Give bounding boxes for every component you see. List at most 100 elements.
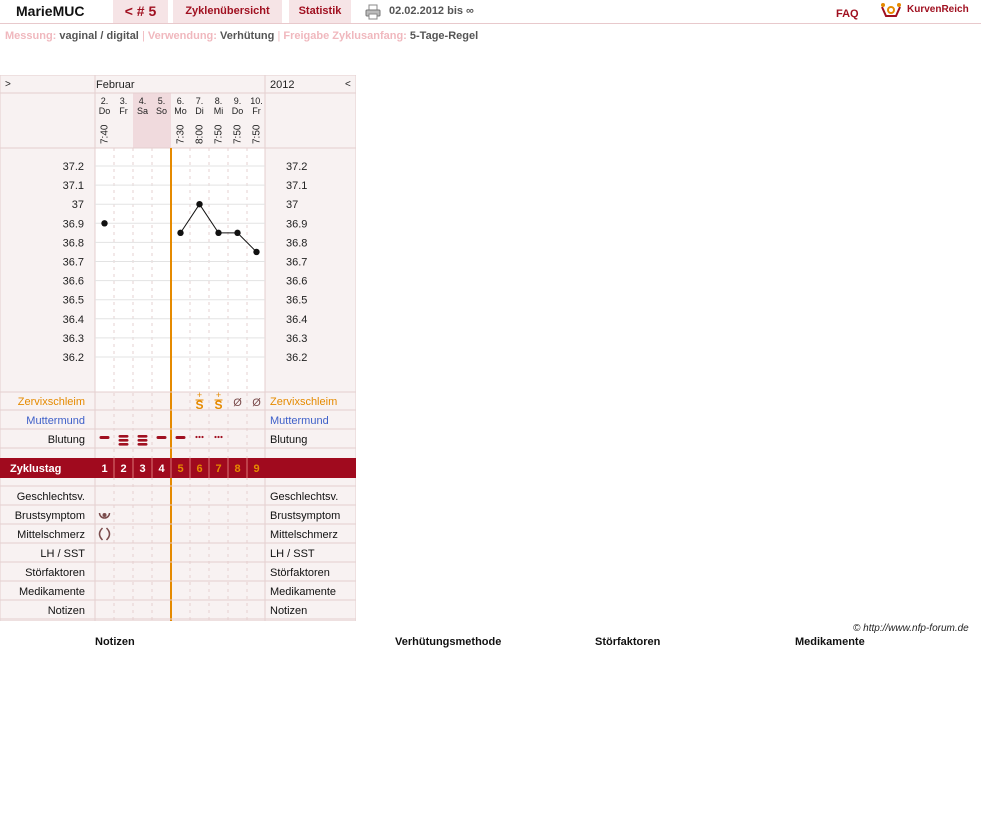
bleeding-mark: [118, 439, 129, 442]
y-tick-label-right: 37.1: [286, 180, 307, 192]
bleeding-mark: [137, 439, 148, 442]
cycle-day-number: 7: [215, 463, 221, 475]
cervix-plus: +: [216, 390, 221, 400]
temperature-point: [196, 201, 203, 208]
row-label-right-muttermund: Muttermund: [270, 415, 329, 427]
measure-value: vaginal / digital: [59, 30, 139, 42]
cycle-day-number: 3: [139, 463, 145, 475]
row-label-blutung: Blutung: [48, 434, 85, 446]
row-label-medi: Medikamente: [19, 586, 85, 598]
bottom-factors-heading: Störfaktoren: [595, 636, 661, 648]
copyright[interactable]: © http://www.nfp-forum.de: [853, 623, 969, 634]
row-label-geschlechtsv: Geschlechtsv.: [17, 491, 85, 503]
bleeding-mark: [217, 435, 220, 439]
usage-label: Verwendung:: [147, 30, 217, 42]
cycle-number-tab[interactable]: < # 5: [113, 0, 168, 23]
cycle-day-label: Zyklustag: [10, 463, 61, 475]
cervix-mark: Ø: [233, 397, 242, 409]
cycle-day-number: 4: [158, 463, 165, 475]
usage-value: Verhütung: [219, 30, 275, 42]
day-weekday: Di: [195, 106, 204, 116]
separator: |: [277, 30, 281, 42]
row-label-muttermund: Muttermund: [26, 415, 85, 427]
release-label: Freigabe Zyklusanfang:: [283, 30, 407, 42]
bottom-method-heading: Verhütungsmethode: [395, 636, 502, 648]
bleeding-mark: [99, 436, 110, 439]
row-label-right-notizen: Notizen: [270, 605, 307, 617]
date-range: 02.02.2012 bis ∞: [389, 5, 474, 17]
bleeding-mark: [118, 443, 129, 446]
bleeding-mark: [118, 435, 129, 438]
y-tick-label-right: 36.3: [286, 333, 307, 345]
day-date: 3.: [120, 96, 128, 106]
bleeding-mark: [175, 436, 186, 439]
logo-text[interactable]: KurvenReich: [907, 4, 969, 15]
row-label-notizen: Notizen: [48, 605, 85, 617]
row-label-right-stoer: Störfaktoren: [270, 567, 330, 579]
temperature-point: [253, 248, 260, 256]
tab-statistics[interactable]: Statistik: [289, 0, 351, 23]
cycle-day-number: 5: [177, 463, 183, 475]
bottom-meds-heading: Medikamente: [795, 636, 865, 648]
cycle-day-number: 8: [234, 463, 240, 475]
year-label: 2012: [270, 79, 294, 91]
day-date: 2.: [101, 96, 109, 106]
y-tick-label-right: 37.2: [286, 161, 307, 173]
y-tick-label-right: 36.8: [286, 237, 307, 249]
y-tick-label-left: 36.3: [63, 333, 84, 345]
kurvenreich-logo-icon[interactable]: [880, 2, 902, 20]
y-tick-label-right: 36.7: [286, 257, 307, 269]
top-navigation-bar: MarieMUC < # 5 Zyklenübersicht Statistik…: [0, 0, 981, 24]
row-label-right-brustsymptom: Brustsymptom: [270, 510, 340, 522]
bleeding-mark: [220, 435, 223, 439]
y-tick-label-right: 36.6: [286, 276, 307, 288]
printer-icon[interactable]: [365, 4, 381, 20]
day-weekday: Fr: [119, 106, 128, 116]
y-tick-label-left: 36.9: [63, 218, 84, 230]
day-date: 9.: [234, 96, 242, 106]
cycle-info-bar: Messung: vaginal / digital | Verwendung:…: [5, 30, 478, 42]
row-label-zervix: Zervixschleim: [18, 396, 85, 408]
temperature-point: [101, 220, 108, 227]
bottom-notes-heading: Notizen: [95, 636, 135, 648]
bleeding-mark: [156, 436, 167, 439]
measurement-time: 8:00: [195, 124, 206, 144]
y-tick-label-left: 36.4: [63, 314, 84, 326]
measurement-time: 7:50: [214, 124, 225, 144]
row-label-right-geschlechtsv: Geschlechtsv.: [270, 491, 338, 503]
nav-next-arrow[interactable]: <: [345, 79, 351, 90]
cycle-day-number: 9: [253, 463, 259, 475]
day-date: 7.: [196, 96, 204, 106]
cycle-day-number: 2: [120, 463, 126, 475]
row-label-brustsymptom: Brustsymptom: [15, 510, 85, 522]
row-label-lh: LH / SST: [40, 548, 85, 560]
row-label-right-blutung: Blutung: [270, 434, 307, 446]
day-weekday: Mi: [214, 106, 224, 116]
measurement-time: 7:50: [252, 124, 263, 144]
bleeding-mark: [195, 435, 198, 439]
day-date: 4.: [139, 96, 147, 106]
measurement-time: 7:30: [176, 124, 187, 144]
y-tick-label-right: 36.9: [286, 218, 307, 230]
day-weekday: Fr: [252, 106, 261, 116]
breast-symptom-icon: [102, 513, 107, 517]
month-label: Februar: [96, 79, 135, 91]
row-label-stoer: Störfaktoren: [25, 567, 85, 579]
faq-link[interactable]: FAQ: [836, 8, 859, 20]
y-tick-label-right: 36.2: [286, 352, 307, 364]
separator: |: [141, 30, 145, 42]
day-date: 8.: [215, 96, 223, 106]
measure-label: Messung:: [5, 30, 57, 42]
cervix-plus: +: [197, 390, 202, 400]
y-tick-label-right: 36.5: [286, 295, 307, 307]
tab-cycle-overview[interactable]: Zyklenübersicht: [173, 0, 282, 23]
y-tick-label-right: 37: [286, 199, 298, 211]
temperature-point: [215, 229, 222, 237]
release-value: 5-Tage-Regel: [409, 30, 479, 42]
row-label-right-medi: Medikamente: [270, 586, 336, 598]
nav-prev-arrow[interactable]: >: [5, 79, 11, 90]
y-tick-label-left: 36.2: [63, 352, 84, 364]
row-label-right-mittelschmerz: Mittelschmerz: [270, 529, 338, 541]
row-label-right-lh: LH / SST: [270, 548, 315, 560]
temperature-point: [177, 229, 184, 237]
